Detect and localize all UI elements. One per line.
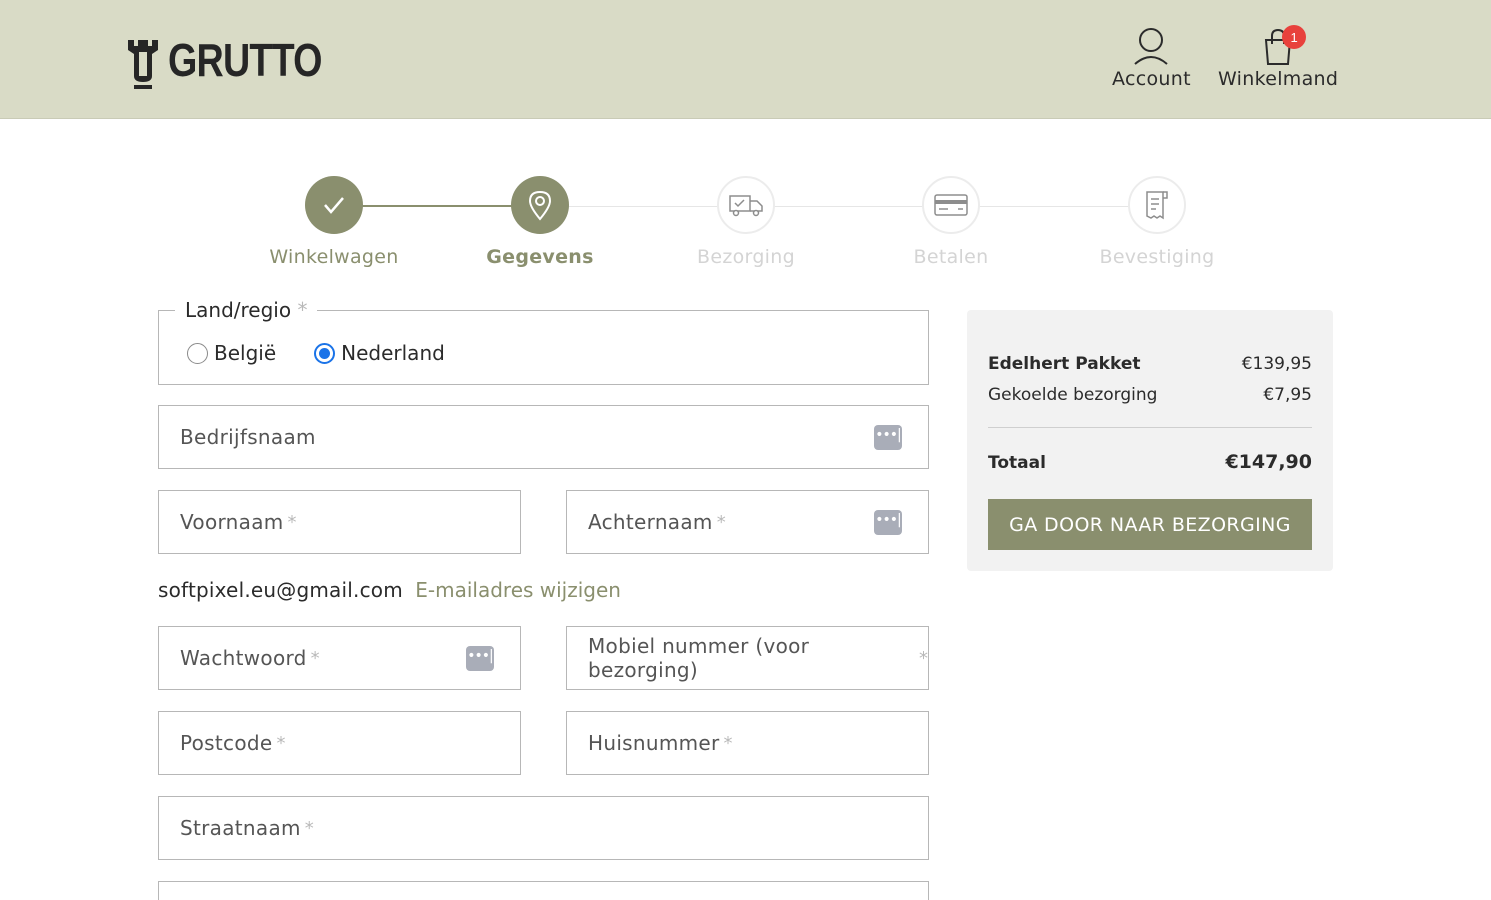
- delivery-truck-icon: [729, 195, 763, 217]
- summary-item-name: Gekoelde bezorging: [988, 385, 1158, 405]
- location-pin-icon: [528, 190, 552, 221]
- postcode-placeholder: Postcode: [180, 731, 273, 755]
- last-name-field[interactable]: Achternaam * •••|: [566, 490, 929, 554]
- postcode-field[interactable]: Postcode *: [158, 711, 521, 775]
- company-name-placeholder: Bedrijfsnaam: [180, 425, 316, 449]
- receipt-icon: [1146, 191, 1168, 220]
- first-name-placeholder: Voornaam: [180, 510, 284, 534]
- user-icon: [1134, 28, 1169, 65]
- check-icon: [324, 197, 344, 214]
- step-label: Betalen: [913, 246, 989, 268]
- required-mark: *: [310, 647, 320, 669]
- cart-link[interactable]: 1 Winkelmand: [1218, 25, 1339, 90]
- password-manager-icon[interactable]: •••|: [874, 510, 902, 535]
- cart-icon-wrap: 1: [1258, 25, 1307, 66]
- summary-total-row: Totaal €147,90: [988, 451, 1312, 473]
- street-placeholder: Straatnaam: [180, 816, 301, 840]
- next-field[interactable]: [158, 881, 929, 900]
- summary-item-price: €139,95: [1241, 354, 1312, 374]
- step-circle: [922, 176, 980, 234]
- country-options: België Nederland: [187, 341, 483, 365]
- step-betalen: Betalen: [851, 176, 1051, 268]
- required-mark: *: [919, 647, 928, 669]
- summary-total-label: Totaal: [988, 453, 1046, 473]
- site-header: GRUTTO Account 1 Winkelmand: [0, 0, 1491, 119]
- first-name-field[interactable]: Voornaam *: [158, 490, 521, 554]
- step-label: Gegevens: [486, 246, 594, 268]
- password-placeholder: Wachtwoord: [180, 646, 307, 670]
- email-value: softpixel.eu@gmail.com: [158, 578, 403, 602]
- house-number-field[interactable]: Huisnummer *: [566, 711, 929, 775]
- required-mark: *: [287, 511, 297, 533]
- country-fieldset: Land/regio * België Nederland: [158, 298, 929, 385]
- email-row: softpixel.eu@gmail.com E-mailadres wijzi…: [158, 578, 621, 602]
- continue-to-delivery-button[interactable]: GA DOOR NAAR BEZORGING: [988, 499, 1312, 550]
- step-circle: [1128, 176, 1186, 234]
- house-number-placeholder: Huisnummer: [588, 731, 720, 755]
- password-manager-icon[interactable]: •••|: [874, 425, 902, 450]
- cart-count-badge: 1: [1282, 25, 1307, 49]
- summary-item-name: Edelhert Pakket: [988, 354, 1141, 374]
- cart-label: Winkelmand: [1218, 68, 1339, 90]
- summary-total-value: €147,90: [1225, 451, 1312, 473]
- step-circle: [305, 176, 363, 234]
- mobile-placeholder: Mobiel nummer (voor bezorging): [588, 634, 810, 682]
- required-mark: *: [723, 732, 733, 754]
- required-mark: *: [276, 732, 286, 754]
- step-circle: [717, 176, 775, 234]
- logo-text: GRUTTO: [168, 34, 322, 86]
- step-label: Bevestiging: [1099, 246, 1215, 268]
- radio-label-nederland[interactable]: Nederland: [341, 341, 445, 365]
- grutto-logo[interactable]: GRUTTO: [126, 36, 355, 92]
- radio-belgie[interactable]: [187, 342, 208, 364]
- radio-label-belgie[interactable]: België: [214, 341, 276, 365]
- summary-line-item: Edelhert Pakket €139,95: [988, 354, 1312, 374]
- summary-divider: [988, 427, 1312, 428]
- summary-line-item: Gekoelde bezorging €7,95: [988, 385, 1312, 405]
- company-name-field[interactable]: Bedrijfsnaam •••|: [158, 405, 929, 469]
- step-bezorging: Bezorging: [646, 176, 846, 268]
- required-mark: *: [716, 511, 726, 533]
- country-legend: Land/regio *: [175, 298, 318, 322]
- logo-mark-icon: [128, 40, 158, 89]
- required-mark: *: [304, 817, 314, 839]
- step-bevestiging: Bevestiging: [1057, 176, 1257, 268]
- password-field[interactable]: Wachtwoord * •••|: [158, 626, 521, 690]
- checkout-stepper: Winkelwagen Gegevens Bezorging Betalen B…: [0, 176, 1491, 276]
- change-email-link[interactable]: E-mailadres wijzigen: [415, 578, 621, 602]
- step-winkelwagen[interactable]: Winkelwagen: [234, 176, 434, 268]
- mobile-field[interactable]: Mobiel nummer (voor bezorging) *: [566, 626, 929, 690]
- radio-nederland[interactable]: [314, 342, 336, 364]
- step-gegevens: Gegevens: [440, 176, 640, 268]
- street-field[interactable]: Straatnaam *: [158, 796, 929, 860]
- password-manager-icon[interactable]: •••|: [466, 646, 494, 671]
- order-summary: Edelhert Pakket €139,95 Gekoelde bezorgi…: [967, 310, 1333, 571]
- account-label: Account: [1112, 68, 1191, 90]
- step-circle: [511, 176, 569, 234]
- country-legend-text: Land/regio: [185, 298, 292, 322]
- account-link[interactable]: Account: [1112, 26, 1191, 90]
- credit-card-icon: [934, 194, 968, 216]
- last-name-placeholder: Achternaam: [588, 510, 713, 534]
- required-mark: *: [297, 298, 308, 322]
- summary-item-price: €7,95: [1263, 385, 1312, 405]
- step-label: Bezorging: [697, 246, 795, 268]
- step-label: Winkelwagen: [269, 246, 399, 268]
